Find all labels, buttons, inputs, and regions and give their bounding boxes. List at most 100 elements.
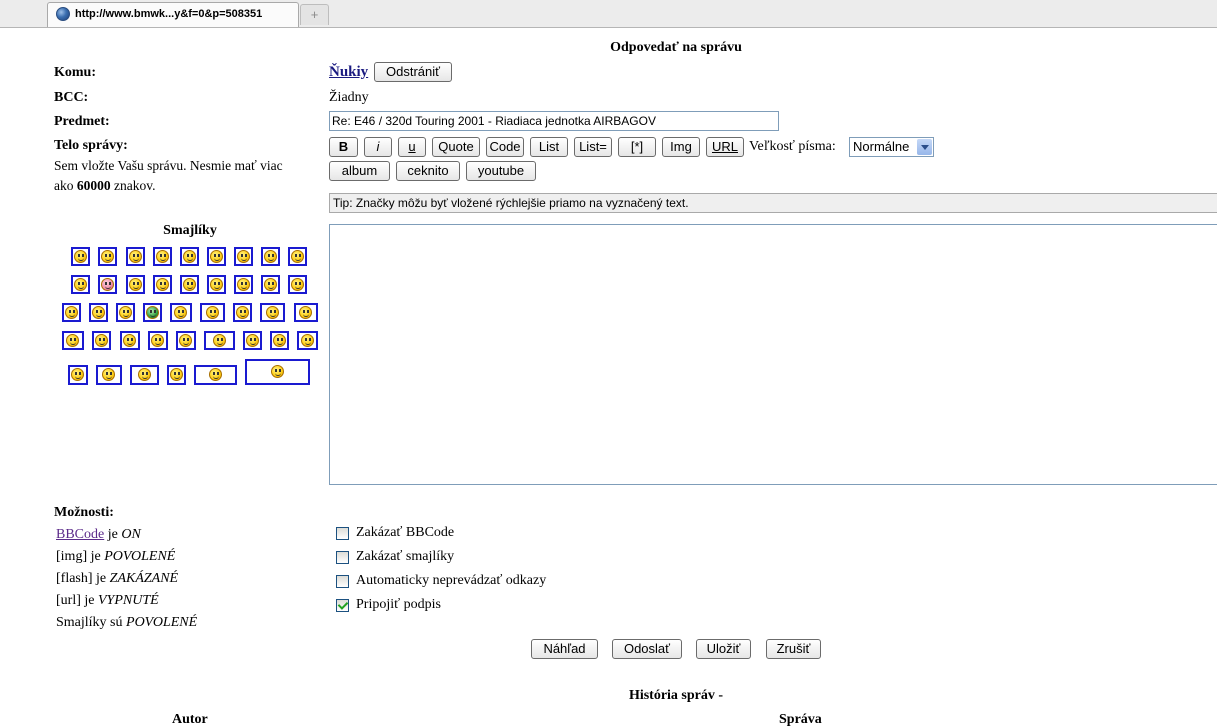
smiley-icon[interactable] [176,331,196,350]
smiley-icon[interactable] [153,275,172,294]
options-title: Možnosti: [54,505,114,520]
history-title: História správ - [628,688,724,703]
smiley-icon[interactable] [204,331,235,350]
smiley-icon[interactable] [234,275,253,294]
smiley-icon[interactable] [96,365,122,385]
smiley-icon[interactable] [62,331,84,350]
url-button[interactable]: URL [706,137,744,157]
history-col-message: Správa [779,712,822,727]
smiley-icon[interactable] [71,275,90,294]
smiley-icon[interactable] [261,247,280,266]
smiley-icon[interactable] [68,365,88,385]
preview-button[interactable]: Náhľad [531,639,598,659]
smiley-icon[interactable] [71,247,90,266]
chevron-down-icon[interactable] [917,139,932,155]
cancel-button[interactable]: Zrušiť [766,639,821,659]
smiley-icon[interactable] [126,247,145,266]
list-button[interactable]: List [530,137,568,157]
send-button[interactable]: Odoslať [612,639,682,659]
option-smileys: Smajlíky sú POVOLENÉ [56,615,198,630]
smiley-icon[interactable] [207,247,226,266]
italic-button[interactable]: i [364,137,392,157]
font-size-label: Veľkosť písma: [749,139,836,154]
quote-button[interactable]: Quote [432,137,480,157]
bold-button[interactable]: B [329,137,358,157]
smiley-icon[interactable] [194,365,237,385]
recipient-link[interactable]: Ňukiy [329,64,368,81]
code-button[interactable]: Code [486,137,524,157]
smiley-icon[interactable] [98,247,117,266]
bbcode-link[interactable]: BBCode [56,527,104,542]
smiley-icon[interactable] [98,275,117,294]
smiley-icon[interactable] [170,303,192,322]
smiley-icon[interactable] [260,303,285,322]
ordered-list-button[interactable]: List= [574,137,612,157]
to-label: Komu: [54,65,96,80]
page-title: Odpovedať na správu [610,40,742,55]
new-tab-button[interactable]: + [300,4,329,25]
smiley-icon[interactable] [130,365,159,385]
subject-input[interactable]: Re: E46 / 320d Touring 2001 - Riadiaca j… [329,111,779,131]
save-button[interactable]: Uložiť [696,639,751,659]
char-limit: 60000 [76,178,111,193]
arrow-icon[interactable] [89,303,108,322]
globe-icon [56,7,70,21]
font-size-select[interactable]: Normálne [849,137,934,157]
browser-tab[interactable]: http://www.bmwk...y&f=0&p=508351 [47,2,299,27]
smiley-icon[interactable] [245,359,310,385]
album-button[interactable]: album [329,161,390,181]
disable-smileys-label: Zakázať smajlíky [356,549,455,564]
ceknito-button[interactable]: ceknito [396,161,460,181]
idea-icon[interactable] [62,303,81,322]
exclamation-icon[interactable] [261,275,280,294]
message-textarea[interactable] [329,224,1217,485]
font-size-value: Normálne [853,139,910,154]
smiley-icon[interactable] [270,331,289,350]
option-img: [img] je POVOLENÉ [56,549,176,564]
smiley-icon[interactable] [126,275,145,294]
smiley-icon[interactable] [180,275,199,294]
bcc-value: Žiadny [329,90,369,105]
smiley-icon[interactable] [297,331,318,350]
smiley-icon[interactable] [233,303,252,322]
smiley-icon[interactable] [153,247,172,266]
smiley-icon[interactable] [167,365,186,385]
disable-bbcode-label: Zakázať BBCode [356,525,455,540]
history-col-author: Autor [172,712,208,727]
youtube-button[interactable]: youtube [466,161,536,181]
subject-label: Predmet: [54,114,110,129]
smiley-icon[interactable] [148,331,168,350]
disable-bbcode-checkbox[interactable] [336,527,349,540]
smiley-icon[interactable] [288,247,307,266]
smiley-icon[interactable] [180,247,199,266]
body-label: Telo správy: [54,138,128,153]
smiley-icon[interactable] [92,331,111,350]
disable-smileys-checkbox[interactable] [336,551,349,564]
option-flash: [flash] je ZAKÁZANÉ [56,571,179,586]
body-hint-line2: ako 60000 znakov. [54,178,156,193]
smiley-icon[interactable] [120,331,140,350]
attach-signature-label: Pripojiť podpis [356,597,441,612]
smiley-icon[interactable] [207,275,226,294]
smiley-icon[interactable] [243,331,262,350]
smileys-title: Smajlíky [163,223,217,238]
smiley-icon[interactable] [294,303,318,322]
attach-signature-checkbox[interactable] [336,599,349,612]
body-hint-line1: Sem vložte Vašu správu. Nesmie mať viac [54,158,283,173]
underline-button[interactable]: u [398,137,426,157]
bcc-label: BCC: [54,90,89,105]
smiley-icon[interactable] [116,303,135,322]
disable-links-label: Automaticky neprevádzať odkazy [356,573,547,588]
tip-text: Tip: Značky môžu byť vložené rýchlejšie … [329,193,1217,213]
tab-title: http://www.bmwk...y&f=0&p=508351 [75,8,263,20]
question-icon[interactable] [288,275,307,294]
smiley-icon[interactable] [234,247,253,266]
img-button[interactable]: Img [662,137,700,157]
disable-links-checkbox[interactable] [336,575,349,588]
smiley-icon[interactable] [143,303,162,322]
remove-recipient-button[interactable]: Odstrániť [374,62,452,82]
smiley-icon[interactable] [200,303,225,322]
option-bbcode: BBCode je ON [56,527,141,542]
list-item-button[interactable]: [*] [618,137,656,157]
option-url: [url] je VYPNUTÉ [56,593,159,608]
